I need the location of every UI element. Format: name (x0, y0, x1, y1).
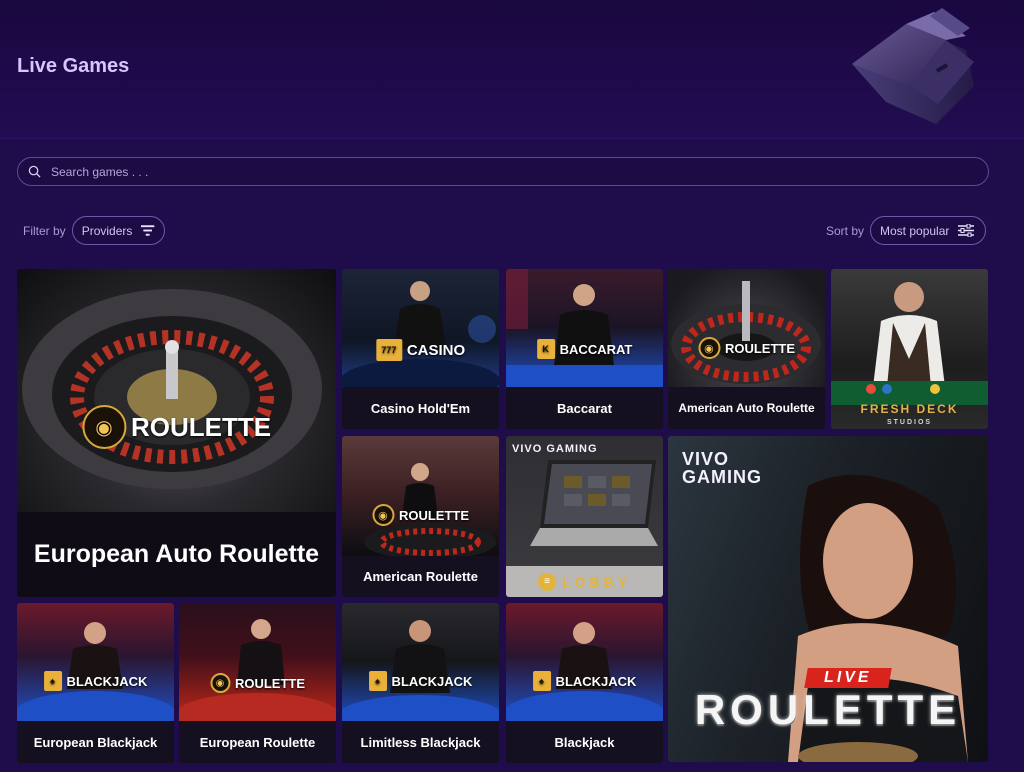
game-tile-limitless-blackjack[interactable]: ♠ BLACKJACK Limitless Blackjack (342, 603, 499, 763)
game-badge-label: ROULETTE (234, 675, 306, 691)
card-spade-icon: ♠ (368, 671, 387, 691)
sort-select[interactable]: Most popular (870, 216, 987, 245)
game-title: Casino Hold'Em (342, 387, 499, 429)
game-title: Limitless Blackjack (342, 721, 499, 763)
game-badge: 777 CASINO (375, 339, 466, 361)
game-tile-vivo-lobby[interactable]: VIVO GAMING ≡ LOBBY (506, 436, 663, 597)
search-bar[interactable] (17, 157, 989, 186)
roulette-chip-icon: ◉ (371, 504, 394, 526)
game-thumbnail (17, 603, 174, 721)
wallet-illustration (852, 8, 974, 124)
sort-label: Sort by (826, 223, 865, 238)
providers-label: Providers (81, 223, 133, 238)
live-tag: LIVE (804, 668, 892, 688)
game-tile-american-auto-roulette[interactable]: ◉ ROULETTE American Auto Roulette (668, 269, 825, 429)
game-thumbnail (506, 603, 663, 721)
game-badge: ♠ BLACKJACK (43, 671, 148, 691)
game-tile-american-roulette[interactable]: ◉ ROULETTE American Roulette (342, 436, 499, 597)
game-tile-european-auto-roulette[interactable]: ◉ ROULETTE European Auto Roulette (17, 269, 336, 597)
providers-filter-button[interactable]: Providers (71, 216, 165, 245)
dealer-image (506, 622, 663, 721)
dealer-image (364, 463, 496, 556)
game-thumbnail (342, 269, 499, 387)
game-title: Baccarat (506, 387, 663, 429)
provider-logo: FRESH DECK (860, 402, 959, 416)
game-tile-casino-holdem[interactable]: 777 CASINO Casino Hold'Em (342, 269, 499, 429)
filter-funnel-icon (141, 225, 155, 236)
roulette-chip-icon: ◉ (209, 673, 230, 693)
game-badge-label: BLACKJACK (66, 673, 148, 689)
page-title: Live Games (17, 55, 130, 77)
search-input[interactable] (51, 164, 951, 179)
game-tile-vivo-live-roulette[interactable]: VIVO GAMING LIVE ROULETTE (668, 436, 988, 762)
dealer-image (342, 620, 499, 721)
roulette-chip-icon: ◉ (697, 337, 720, 359)
game-thumbnail (342, 436, 499, 556)
lobby-label: LOBBY (562, 573, 631, 590)
sort-selected-value: Most popular (880, 223, 950, 238)
game-badge: ♠ BLACKJACK (532, 671, 637, 691)
game-thumbnail (342, 603, 499, 721)
dealer-image (179, 619, 336, 721)
roulette-wheel-image (22, 289, 322, 489)
game-title: European Blackjack (17, 721, 174, 763)
slot-777-icon: 777 (375, 339, 402, 361)
game-title: American Roulette (342, 556, 499, 597)
dealer-image (17, 622, 174, 721)
game-tile-baccarat[interactable]: K BACCARAT Baccarat (506, 269, 663, 429)
sliders-icon (958, 224, 975, 237)
roulette-wheel-image (671, 281, 821, 384)
game-title: Blackjack (506, 721, 663, 763)
game-tile-fresh-deck-studios[interactable]: FRESH DECK STUDIOS (831, 269, 988, 429)
dealer-image (342, 281, 499, 387)
filter-group: Filter by Providers (23, 216, 165, 245)
lobby-icon: ≡ (538, 572, 556, 591)
game-thumbnail (17, 269, 336, 512)
search-icon (28, 165, 41, 178)
dealer-image (506, 269, 663, 387)
game-badge: ◉ ROULETTE (81, 405, 272, 449)
game-badge: ◉ ROULETTE (697, 337, 796, 359)
page-header: Live Games (0, 0, 1024, 139)
game-badge: ♠ BLACKJACK (368, 671, 473, 691)
lobby-bar: ≡ LOBBY (506, 566, 663, 597)
game-badge-label: ROULETTE (694, 686, 962, 733)
game-thumbnail (668, 269, 825, 387)
game-thumbnail (179, 603, 336, 721)
game-thumbnail (506, 269, 663, 387)
card-spade-icon: ♠ (43, 671, 62, 691)
card-k-icon: K (536, 339, 555, 359)
provider-logo-sub: STUDIOS (886, 419, 933, 426)
game-title: American Auto Roulette (668, 387, 825, 429)
game-tile-blackjack[interactable]: ♠ BLACKJACK Blackjack (506, 603, 663, 763)
game-tile-european-roulette[interactable]: ◉ ROULETTE European Roulette (179, 603, 336, 763)
game-badge: ◉ ROULETTE (371, 504, 470, 526)
game-badge: ◉ ROULETTE (209, 673, 306, 693)
game-badge-label: ROULETTE (130, 411, 272, 442)
game-tile-european-blackjack[interactable]: ♠ BLACKJACK European Blackjack (17, 603, 174, 763)
game-title: European Auto Roulette (17, 512, 336, 597)
game-badge-label: ROULETTE (398, 507, 470, 523)
card-spade-icon: ♠ (532, 671, 551, 691)
game-badge: K BACCARAT (536, 339, 633, 359)
game-badge-label: BACCARAT (559, 341, 633, 357)
filter-label: Filter by (23, 223, 66, 238)
sort-group: Sort by Most popular (826, 216, 987, 245)
game-title: European Roulette (179, 721, 336, 763)
game-badge-label: BLACKJACK (391, 673, 473, 689)
roulette-chip-icon: ◉ (81, 405, 126, 449)
provider-logo: VIVO GAMING (682, 449, 762, 487)
game-badge-label: BLACKJACK (555, 673, 637, 689)
game-badge-label: CASINO (406, 341, 466, 359)
game-badge-label: ROULETTE (724, 340, 796, 356)
